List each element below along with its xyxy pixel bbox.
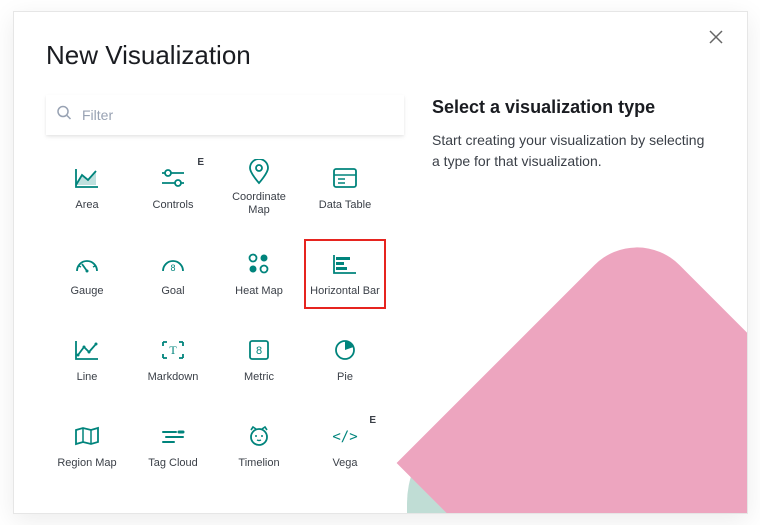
- viz-label: Heat Map: [235, 285, 283, 298]
- svg-text:8: 8: [170, 263, 175, 273]
- modal-title: New Visualization: [46, 40, 715, 71]
- left-panel: Area E Controls Coordinate Map Data Table Gau…: [46, 95, 404, 481]
- coordinate-map-icon: [248, 159, 270, 185]
- viz-item-pie[interactable]: Pie: [304, 325, 386, 395]
- viz-label: Goal: [161, 285, 184, 298]
- right-heading: Select a visualization type: [432, 97, 715, 118]
- viz-label: Metric: [244, 371, 274, 384]
- viz-item-horizontal-bar[interactable]: Horizontal Bar: [304, 239, 386, 309]
- markdown-icon: T: [160, 335, 186, 365]
- viz-label: Horizontal Bar: [310, 285, 380, 298]
- viz-item-area[interactable]: Area: [46, 153, 128, 223]
- goal-icon: 8: [160, 249, 186, 279]
- search-icon: [56, 105, 72, 126]
- viz-item-data-table[interactable]: Data Table: [304, 153, 386, 223]
- viz-label: Area: [75, 199, 98, 212]
- svg-text:8: 8: [256, 345, 262, 357]
- viz-item-heat-map[interactable]: Heat Map: [218, 239, 300, 309]
- area-icon: [74, 163, 100, 193]
- tag-cloud-icon: [160, 421, 186, 451]
- svg-text:</>: </>: [332, 429, 357, 445]
- right-body: Start creating your visualization by sel…: [432, 130, 715, 172]
- viz-item-region-map[interactable]: Region Map: [46, 411, 128, 481]
- viz-item-tag-cloud[interactable]: Tag Cloud: [132, 411, 214, 481]
- filter-wrap: [46, 95, 404, 135]
- horizontal-bar-icon: [332, 249, 358, 279]
- viz-item-coordinate-map[interactable]: Coordinate Map: [218, 153, 300, 223]
- viz-item-gauge[interactable]: Gauge: [46, 239, 128, 309]
- line-icon: [74, 335, 100, 365]
- svg-text:T: T: [169, 343, 177, 357]
- timelion-icon: [247, 421, 271, 451]
- right-panel: Select a visualization type Start creati…: [432, 95, 715, 481]
- viz-label: Pie: [337, 371, 353, 384]
- heat-map-icon: [247, 249, 271, 279]
- gauge-icon: [74, 249, 100, 279]
- viz-label: Line: [77, 371, 98, 384]
- viz-item-metric[interactable]: 8 Metric: [218, 325, 300, 395]
- viz-label: Region Map: [57, 457, 116, 470]
- viz-grid-scroll[interactable]: Area E Controls Coordinate Map Data Table Gau…: [46, 153, 404, 481]
- new-visualization-modal: New Visualization Area E Controls Coordinat…: [13, 11, 748, 514]
- viz-label: Controls: [153, 199, 194, 212]
- viz-label: Timelion: [238, 457, 279, 470]
- region-map-icon: [74, 421, 100, 451]
- viz-label: Gauge: [70, 285, 103, 298]
- controls-icon: [160, 163, 186, 193]
- viz-label: Vega: [332, 457, 357, 470]
- metric-icon: 8: [248, 335, 270, 365]
- viz-label: Tag Cloud: [148, 457, 198, 470]
- viz-item-markdown[interactable]: T Markdown: [132, 325, 214, 395]
- viz-item-controls[interactable]: E Controls: [132, 153, 214, 223]
- viz-badge: E: [369, 415, 376, 426]
- viz-item-timelion[interactable]: Timelion: [218, 411, 300, 481]
- viz-item-goal[interactable]: 8 Goal: [132, 239, 214, 309]
- viz-label: Coordinate Map: [222, 191, 296, 217]
- viz-label: Markdown: [148, 371, 199, 384]
- viz-badge: E: [197, 157, 204, 168]
- viz-item-line[interactable]: Line: [46, 325, 128, 395]
- viz-item-vega[interactable]: E </> Vega: [304, 411, 386, 481]
- pie-icon: [333, 335, 357, 365]
- viz-grid: Area E Controls Coordinate Map Data Table Gau…: [46, 153, 398, 481]
- data-table-icon: [332, 163, 358, 193]
- viz-label: Data Table: [319, 199, 371, 212]
- filter-input[interactable]: [46, 95, 404, 135]
- vega-icon: </>: [330, 421, 360, 451]
